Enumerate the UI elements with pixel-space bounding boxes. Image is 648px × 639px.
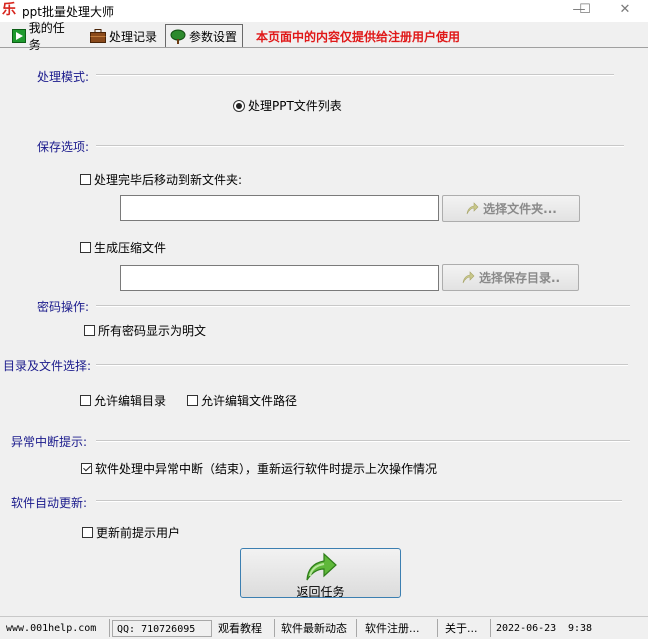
checkbox-indicator: [84, 325, 95, 336]
section-title-password: 密码操作:: [37, 298, 94, 315]
watch-tutorial-link[interactable]: 观看教程: [214, 620, 266, 637]
checkbox-label: 允许编辑目录: [94, 394, 167, 408]
move-to-folder-checkbox[interactable]: 处理完毕后移动到新文件夹:: [80, 171, 242, 188]
checkbox-indicator: [80, 174, 91, 185]
allow-edit-dir-checkbox[interactable]: 允许编辑目录: [80, 392, 166, 409]
window-title: ppt批量处理大师: [22, 5, 114, 19]
return-to-tasks-button[interactable]: 返回任务: [240, 548, 401, 599]
section-divider: [96, 74, 614, 76]
arrow-icon: [466, 201, 479, 214]
tab-my-tasks[interactable]: 我的任务: [8, 21, 80, 52]
checkbox-indicator: [187, 395, 198, 406]
zip-save-path-input[interactable]: [120, 265, 439, 291]
status-separator: [490, 619, 491, 637]
update-prompt-checkbox[interactable]: 更新前提示用户: [82, 524, 180, 541]
checkbox-label: 生成压缩文件: [94, 241, 167, 255]
section-title-update: 软件自动更新:: [11, 494, 92, 511]
qq-number: QQ: 710726095: [112, 620, 212, 637]
section-divider: [96, 364, 628, 366]
checkbox-indicator: [81, 463, 92, 474]
abnormal-notify-checkbox[interactable]: 软件处理中异常中断（结束），重新运行软件时提示上次操作情况: [81, 460, 437, 477]
section-divider: [96, 440, 630, 442]
section-divider: [96, 305, 630, 307]
checkbox-label: 允许编辑文件路径: [201, 394, 298, 408]
status-separator: [109, 619, 110, 637]
show-plain-password-checkbox[interactable]: 所有密码显示为明文: [84, 322, 206, 339]
radio-indicator: [233, 99, 245, 112]
register-link[interactable]: 软件注册...: [361, 620, 424, 637]
select-save-dir-button[interactable]: 选择保存目录..: [442, 264, 579, 291]
arrow-icon: [462, 270, 475, 283]
close-icon: ✕: [619, 2, 631, 17]
section-divider: [96, 145, 624, 147]
status-bar: www.001help.com QQ: 710726095 观看教程 软件最新动…: [0, 616, 648, 639]
section-divider: [96, 500, 622, 502]
website-link[interactable]: www.001help.com: [2, 620, 100, 637]
status-separator: [274, 619, 275, 637]
status-separator: [356, 619, 357, 637]
section-title-save: 保存选项:: [37, 138, 94, 155]
status-date: 2022-06-23: [496, 623, 557, 634]
checkbox-label: 所有密码显示为明文: [98, 324, 207, 338]
select-folder-button[interactable]: 选择文件夹...: [442, 195, 580, 222]
checkbox-indicator: [82, 527, 93, 538]
move-folder-path-input[interactable]: [120, 195, 439, 221]
play-icon: [12, 29, 26, 43]
status-time: 9:38: [568, 623, 593, 634]
allow-edit-path-checkbox[interactable]: 允许编辑文件路径: [187, 392, 297, 409]
close-button[interactable]: ✕: [602, 0, 648, 22]
button-label: 选择保存目录..: [478, 271, 561, 285]
section-title-abnormal: 异常中断提示:: [11, 433, 92, 450]
maximize-icon: ☐: [579, 2, 591, 17]
button-label: 选择文件夹...: [483, 202, 557, 216]
tab-divider: [0, 47, 648, 48]
tab-settings[interactable]: 参数设置: [165, 24, 243, 48]
app-icon: 乐: [2, 2, 16, 18]
briefcase-icon: [90, 29, 106, 43]
radio-label: 处理PPT文件列表: [248, 99, 342, 113]
create-zip-checkbox[interactable]: 生成压缩文件: [80, 239, 166, 256]
checkbox-indicator: [80, 242, 91, 253]
tab-bar: 我的任务 处理记录 参数设置 本页面中的内容仅提供给注册用户使用: [0, 21, 648, 52]
button-label: 返回任务: [296, 585, 345, 599]
tree-icon: [170, 29, 186, 44]
checkbox-label: 软件处理中异常中断（结束），重新运行软件时提示上次操作情况: [95, 462, 438, 476]
checkbox-label: 更新前提示用户: [96, 526, 181, 540]
green-arrow-icon: [305, 552, 337, 581]
registered-users-notice: 本页面中的内容仅提供给注册用户使用: [256, 30, 461, 44]
section-title-dir: 目录及文件选择:: [3, 357, 96, 374]
process-list-radio[interactable]: 处理PPT文件列表: [233, 97, 342, 114]
status-separator: [437, 619, 438, 637]
tab-label: 处理记录: [109, 29, 158, 44]
about-link[interactable]: 关于...: [441, 620, 482, 637]
tab-history[interactable]: 处理记录: [86, 25, 162, 47]
checkbox-indicator: [80, 395, 91, 406]
latest-news-link[interactable]: 软件最新动态: [277, 620, 351, 637]
checkbox-label: 处理完毕后移动到新文件夹:: [94, 173, 243, 187]
tab-label: 参数设置: [189, 30, 238, 44]
title-bar: 乐 ppt批量处理大师 — ☐ ✕: [0, 0, 648, 22]
section-title-mode: 处理模式:: [37, 68, 94, 85]
